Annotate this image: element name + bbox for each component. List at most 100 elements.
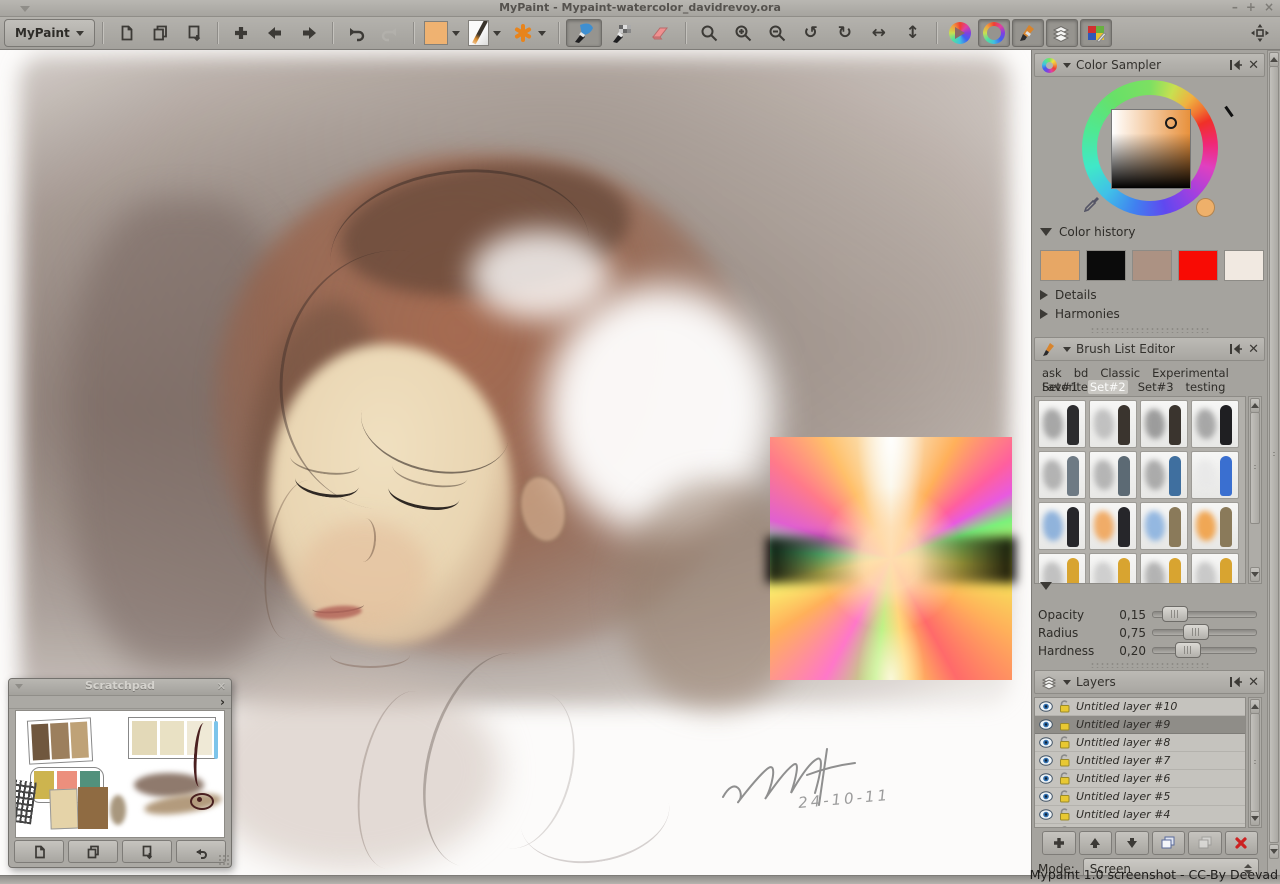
brush-item-ink-pen[interactable] bbox=[1191, 400, 1239, 448]
open-document-button[interactable] bbox=[144, 19, 176, 47]
close-icon[interactable]: ✕ bbox=[217, 680, 226, 693]
next-button[interactable] bbox=[293, 19, 325, 47]
brush-item-bristle-2[interactable] bbox=[1089, 553, 1137, 584]
lock-open-icon[interactable] bbox=[1058, 772, 1071, 785]
zoom-out-button[interactable] bbox=[761, 19, 793, 47]
mypaint-menu-button[interactable]: MyPaint bbox=[4, 19, 95, 47]
color-sampler-header[interactable]: Color Sampler ✕ bbox=[1034, 53, 1265, 77]
visibility-eye-icon[interactable] bbox=[1039, 701, 1053, 712]
layer-row[interactable]: Untitled layer #9 bbox=[1035, 716, 1245, 734]
layer-row[interactable]: Untitled layer #5 bbox=[1035, 788, 1245, 806]
layer-row[interactable]: Untitled layer #3 bbox=[1035, 824, 1245, 828]
layers-header[interactable]: Layers ✕ bbox=[1034, 670, 1265, 694]
brush-item-pencil-soft[interactable] bbox=[1089, 400, 1137, 448]
slider-handle[interactable] bbox=[1175, 642, 1201, 658]
mirror-vertical-button[interactable]: ↕ bbox=[897, 19, 929, 47]
brush-item-marker-blue[interactable] bbox=[1038, 502, 1086, 550]
raise-layer-button[interactable] bbox=[1079, 831, 1113, 855]
opacity-slider[interactable] bbox=[1152, 611, 1257, 618]
brush-grid-scrollbar[interactable] bbox=[1248, 396, 1262, 584]
maximize-button[interactable]: + bbox=[1246, 0, 1256, 14]
lock-open-icon[interactable] bbox=[1058, 754, 1071, 767]
lock-open-icon[interactable] bbox=[1058, 736, 1071, 749]
scratchpad-titlebar[interactable]: Scratchpad ✕ bbox=[9, 679, 231, 696]
lock-open-icon[interactable] bbox=[1058, 718, 1071, 731]
history-swatch[interactable] bbox=[1224, 250, 1264, 281]
radius-slider[interactable] bbox=[1152, 629, 1257, 636]
brush-group-tab[interactable]: ask bbox=[1040, 366, 1064, 380]
rotate-cw-button[interactable]: ↻ bbox=[829, 19, 861, 47]
lower-layer-button[interactable] bbox=[1115, 831, 1149, 855]
brush-item-charcoal[interactable] bbox=[1038, 400, 1086, 448]
layout-move-button[interactable] bbox=[1244, 19, 1276, 47]
lock-open-icon[interactable] bbox=[1058, 700, 1071, 713]
brush-list-editor-header[interactable]: Brush List Editor ✕ bbox=[1034, 337, 1265, 361]
brush-item-bristle-4[interactable] bbox=[1191, 553, 1239, 584]
color-ring-panel-button[interactable] bbox=[978, 19, 1010, 47]
scratchpad-new-button[interactable] bbox=[14, 840, 64, 863]
scratchpad-expander[interactable]: › bbox=[9, 696, 231, 709]
brush-group-tab[interactable]: Set#1 bbox=[1040, 380, 1080, 394]
brush-group-tab[interactable]: Set#3 bbox=[1136, 380, 1176, 394]
save-document-button[interactable] bbox=[178, 19, 210, 47]
history-swatch[interactable] bbox=[1086, 250, 1126, 281]
dock-panel-icon[interactable] bbox=[1229, 343, 1243, 355]
scratchpad-copy-button[interactable] bbox=[68, 840, 118, 863]
layer-row[interactable]: Untitled layer #4 bbox=[1035, 806, 1245, 824]
paint-tool-button[interactable] bbox=[566, 19, 602, 47]
visibility-eye-icon[interactable] bbox=[1039, 809, 1053, 820]
panel-resize-grip[interactable] bbox=[1090, 662, 1210, 668]
brush-item-eraser-block[interactable] bbox=[1191, 451, 1239, 499]
new-document-button[interactable] bbox=[110, 19, 142, 47]
add-button[interactable] bbox=[225, 19, 257, 47]
saturation-value-square[interactable] bbox=[1111, 109, 1191, 189]
brush-item-ballpoint[interactable] bbox=[1140, 451, 1188, 499]
brush-item-bristle-1[interactable] bbox=[1038, 553, 1086, 584]
brush-panel-button[interactable] bbox=[1012, 19, 1044, 47]
close-panel-icon[interactable]: ✕ bbox=[1248, 676, 1259, 689]
brush-item-marker-orange[interactable] bbox=[1089, 502, 1137, 550]
rotate-ccw-button[interactable]: ↺ bbox=[795, 19, 827, 47]
layers-panel-button[interactable] bbox=[1046, 19, 1078, 47]
close-panel-icon[interactable]: ✕ bbox=[1248, 343, 1259, 356]
merge-layer-button[interactable] bbox=[1188, 831, 1222, 855]
history-swatch[interactable] bbox=[1040, 250, 1080, 281]
lock-open-icon[interactable] bbox=[1058, 808, 1071, 821]
layer-list-scrollbar[interactable] bbox=[1248, 697, 1262, 828]
brush-item-knife-blue[interactable] bbox=[1140, 502, 1188, 550]
brush-group-tab[interactable]: Experimental bbox=[1150, 366, 1231, 380]
color-triangle-panel-button[interactable] bbox=[944, 19, 976, 47]
layer-row[interactable]: Untitled layer #10 bbox=[1035, 698, 1245, 716]
brush-group-tab[interactable]: testing bbox=[1184, 380, 1228, 394]
lock-open-icon[interactable] bbox=[1058, 826, 1071, 828]
scratchpad-resize-grip[interactable] bbox=[218, 854, 230, 866]
lock-alpha-tool-button[interactable] bbox=[604, 19, 640, 47]
duplicate-layer-button[interactable] bbox=[1152, 831, 1186, 855]
brush-preview-dropdown[interactable] bbox=[465, 19, 505, 47]
eraser-tool-button[interactable] bbox=[642, 19, 678, 47]
visibility-eye-icon[interactable] bbox=[1039, 773, 1053, 784]
brush-group-tab[interactable]: bd bbox=[1072, 366, 1091, 380]
color-swatch-dropdown[interactable] bbox=[421, 19, 463, 47]
layer-row[interactable]: Untitled layer #8 bbox=[1035, 734, 1245, 752]
color-picker-marker[interactable] bbox=[1165, 117, 1177, 129]
slider-handle[interactable] bbox=[1162, 606, 1188, 622]
add-layer-button[interactable] bbox=[1042, 831, 1076, 855]
color-history-expander[interactable]: Color history bbox=[1040, 225, 1135, 239]
brush-item-knife-orange[interactable] bbox=[1191, 502, 1239, 550]
previous-button[interactable] bbox=[259, 19, 291, 47]
scratchpad-save-button[interactable] bbox=[122, 840, 172, 863]
redo-button[interactable] bbox=[374, 19, 406, 47]
eyedropper-icon[interactable] bbox=[1084, 196, 1100, 212]
visibility-eye-icon[interactable] bbox=[1039, 791, 1053, 802]
visibility-eye-icon[interactable] bbox=[1039, 827, 1053, 828]
brush-group-tab[interactable]: Set#2 bbox=[1088, 380, 1128, 394]
close-button[interactable]: × bbox=[1264, 0, 1274, 14]
visibility-eye-icon[interactable] bbox=[1039, 755, 1053, 766]
history-swatch[interactable] bbox=[1132, 250, 1172, 281]
zoom-in-button[interactable] bbox=[727, 19, 759, 47]
layer-row[interactable]: Untitled layer #7 bbox=[1035, 752, 1245, 770]
sidebar-scrollbar[interactable] bbox=[1267, 50, 1280, 876]
hardness-slider[interactable] bbox=[1152, 647, 1257, 654]
chevron-down-icon[interactable] bbox=[15, 684, 23, 689]
